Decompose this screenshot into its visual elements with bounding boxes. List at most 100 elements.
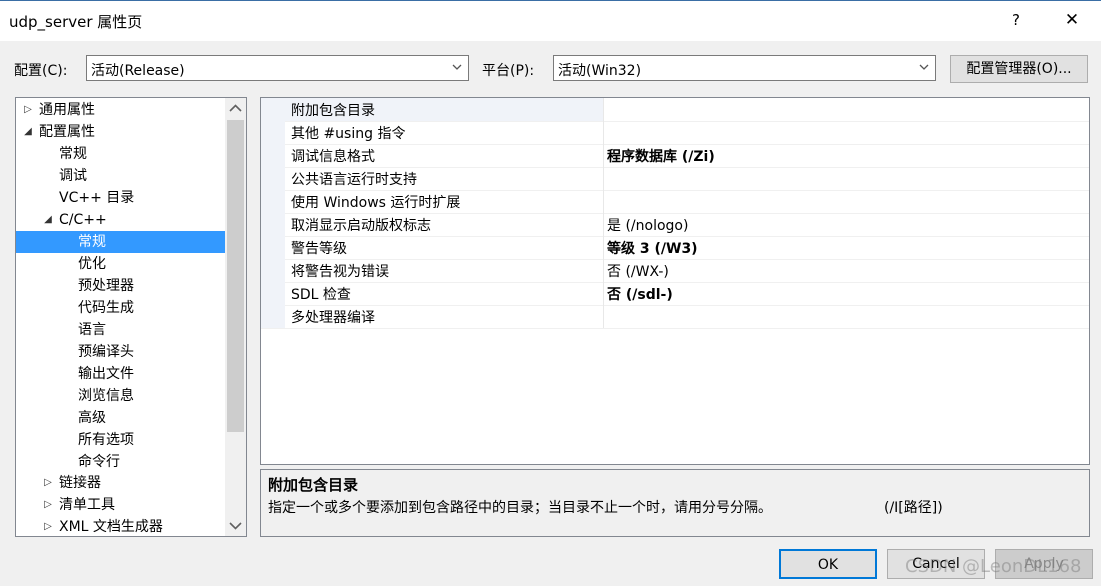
tree-item-xml-document-generator[interactable]: ▷ XML 文档生成器 bbox=[16, 516, 225, 536]
property-row[interactable]: 多处理器编译 bbox=[261, 305, 1089, 329]
tree-item-output-files[interactable]: 输出文件 bbox=[16, 363, 225, 385]
description-switch: (/I[路径]) bbox=[884, 500, 943, 516]
configuration-dropdown[interactable]: 活动(Release) bbox=[86, 55, 469, 81]
row-gutter bbox=[261, 236, 285, 259]
tree-item-linker[interactable]: ▷ 链接器 bbox=[16, 472, 225, 494]
expand-icon[interactable]: ▷ bbox=[22, 99, 34, 121]
scroll-down-icon[interactable] bbox=[225, 516, 246, 536]
property-value[interactable]: 否 (/WX-) bbox=[607, 261, 669, 281]
watermark: CSDN @LeonDL168 bbox=[905, 556, 1082, 577]
description-title: 附加包含目录 bbox=[268, 476, 359, 494]
property-row[interactable]: 调试信息格式 程序数据库 (/Zi) bbox=[261, 144, 1089, 168]
column-divider bbox=[603, 236, 604, 259]
scrollbar-thumb[interactable] bbox=[227, 120, 244, 432]
column-divider bbox=[603, 282, 604, 305]
tree-item-language[interactable]: 语言 bbox=[16, 319, 225, 341]
column-divider bbox=[603, 167, 604, 190]
property-grid[interactable]: 附加包含目录 其他 #using 指令 调试信息格式 程序数据库 (/Zi) 公… bbox=[260, 97, 1090, 465]
property-name: SDL 检查 bbox=[291, 287, 351, 303]
expand-icon[interactable]: ▷ bbox=[42, 494, 54, 516]
tree-item-c-cpp[interactable]: ◢ C/C++ bbox=[16, 209, 225, 231]
property-name: 附加包含目录 bbox=[291, 103, 375, 119]
tree-item-label: 清单工具 bbox=[59, 497, 115, 513]
platform-value: 活动(Win32) bbox=[558, 63, 642, 79]
column-divider bbox=[603, 121, 604, 144]
row-gutter bbox=[261, 121, 285, 144]
tree-item-label: 常规 bbox=[78, 234, 106, 250]
property-name: 其他 #using 指令 bbox=[291, 126, 406, 142]
tree-item-label: 调试 bbox=[59, 168, 87, 184]
column-divider bbox=[603, 305, 604, 328]
property-name: 调试信息格式 bbox=[291, 149, 375, 165]
tree-item-optimization[interactable]: 优化 bbox=[16, 253, 225, 275]
configuration-manager-button[interactable]: 配置管理器(O)... bbox=[950, 55, 1088, 83]
platform-label: 平台(P): bbox=[482, 63, 535, 79]
tree-item-browse-information[interactable]: 浏览信息 bbox=[16, 385, 225, 407]
property-row[interactable]: 附加包含目录 bbox=[261, 98, 1089, 122]
help-button[interactable]: ? bbox=[1006, 9, 1026, 31]
chevron-down-icon bbox=[919, 64, 929, 70]
row-gutter bbox=[261, 282, 285, 305]
property-value[interactable]: 等级 3 (/W3) bbox=[607, 238, 698, 258]
property-row[interactable]: 其他 #using 指令 bbox=[261, 121, 1089, 145]
column-divider bbox=[603, 213, 604, 236]
tree-item-precompiled-headers[interactable]: 预编译头 bbox=[16, 341, 225, 363]
row-gutter bbox=[261, 213, 285, 236]
column-divider bbox=[603, 190, 604, 213]
property-name: 多处理器编译 bbox=[291, 310, 375, 326]
tree-item-configuration-properties[interactable]: ◢ 配置属性 bbox=[16, 121, 225, 143]
row-gutter bbox=[261, 305, 285, 328]
tree-item-advanced[interactable]: 高级 bbox=[16, 407, 225, 429]
property-row[interactable]: 公共语言运行时支持 bbox=[261, 167, 1089, 191]
expand-icon[interactable]: ▷ bbox=[42, 472, 54, 494]
tree-item-label: 代码生成 bbox=[78, 300, 134, 316]
tree-item-label: 预编译头 bbox=[78, 344, 134, 360]
tree-item-label: 链接器 bbox=[59, 475, 101, 491]
property-name: 警告等级 bbox=[291, 241, 347, 257]
property-value[interactable]: 是 (/nologo) bbox=[607, 215, 688, 235]
property-name: 取消显示启动版权标志 bbox=[291, 218, 431, 234]
tree-item-label: 浏览信息 bbox=[78, 388, 134, 404]
row-gutter bbox=[261, 259, 285, 282]
property-row[interactable]: 警告等级 等级 3 (/W3) bbox=[261, 236, 1089, 260]
property-value[interactable]: 否 (/sdl-) bbox=[607, 284, 673, 304]
expand-icon[interactable]: ▷ bbox=[42, 516, 54, 536]
tree-item-common-properties[interactable]: ▷ 通用属性 bbox=[16, 99, 225, 121]
configuration-label: 配置(C): bbox=[14, 63, 68, 79]
platform-dropdown[interactable]: 活动(Win32) bbox=[553, 55, 936, 81]
tree-item-command-line[interactable]: 命令行 bbox=[16, 451, 225, 473]
tree-item-code-generation[interactable]: 代码生成 bbox=[16, 297, 225, 319]
property-name: 使用 Windows 运行时扩展 bbox=[291, 195, 461, 211]
property-row[interactable]: 使用 Windows 运行时扩展 bbox=[261, 190, 1089, 214]
property-tree[interactable]: ▷ 通用属性 ◢ 配置属性 常规 调试 VC++ 目录 ◢ C/C++ 常规 优… bbox=[15, 97, 247, 537]
tree-item-label: 配置属性 bbox=[39, 124, 95, 140]
chevron-down-icon bbox=[452, 64, 462, 70]
close-button[interactable]: ✕ bbox=[1060, 9, 1084, 31]
property-name: 将警告视为错误 bbox=[291, 264, 389, 280]
tree-scrollbar[interactable] bbox=[225, 98, 246, 536]
tree-item-manifest-tool[interactable]: ▷ 清单工具 bbox=[16, 494, 225, 516]
tree-item-label: XML 文档生成器 bbox=[59, 519, 163, 535]
collapse-icon[interactable]: ◢ bbox=[42, 209, 54, 231]
tree-item-label: 命令行 bbox=[78, 454, 120, 470]
tree-item-label: 输出文件 bbox=[78, 366, 134, 382]
tree-item-preprocessor[interactable]: 预处理器 bbox=[16, 275, 225, 297]
tree-item-c-cpp-general[interactable]: 常规 bbox=[16, 231, 225, 253]
tree-item-vc-directories[interactable]: VC++ 目录 bbox=[16, 187, 225, 209]
property-name: 公共语言运行时支持 bbox=[291, 172, 417, 188]
tree-item-debugging[interactable]: 调试 bbox=[16, 165, 225, 187]
scroll-up-icon[interactable] bbox=[225, 98, 246, 118]
property-row[interactable]: 取消显示启动版权标志 是 (/nologo) bbox=[261, 213, 1089, 237]
tree-item-general[interactable]: 常规 bbox=[16, 143, 225, 165]
collapse-icon[interactable]: ◢ bbox=[22, 121, 34, 143]
row-gutter bbox=[261, 144, 285, 167]
column-divider bbox=[603, 144, 604, 167]
property-row[interactable]: 将警告视为错误 否 (/WX-) bbox=[261, 259, 1089, 283]
tree-item-all-options[interactable]: 所有选项 bbox=[16, 429, 225, 451]
title-bar: udp_server 属性页 ? ✕ bbox=[0, 0, 1101, 41]
tree-item-label: 语言 bbox=[78, 322, 106, 338]
property-row[interactable]: SDL 检查 否 (/sdl-) bbox=[261, 282, 1089, 306]
ok-button[interactable]: OK bbox=[779, 549, 877, 579]
tree-item-label: 预处理器 bbox=[78, 278, 134, 294]
property-value[interactable]: 程序数据库 (/Zi) bbox=[607, 146, 715, 166]
